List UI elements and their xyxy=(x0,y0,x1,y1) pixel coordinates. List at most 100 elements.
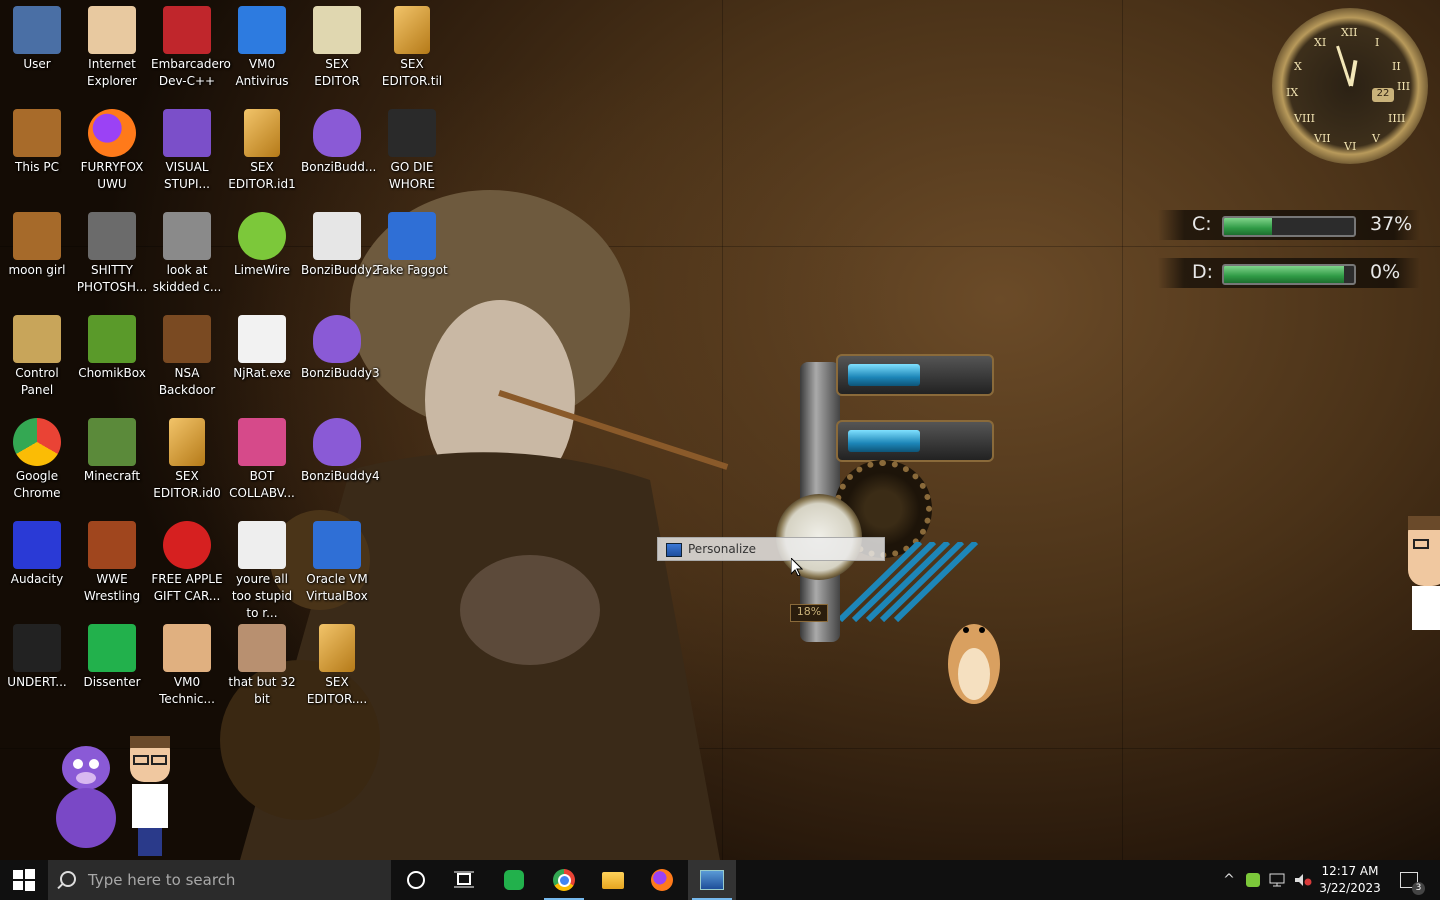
folder-icon xyxy=(602,871,624,889)
search-placeholder: Type here to search xyxy=(88,871,236,889)
taskbar-active-app[interactable] xyxy=(688,860,736,900)
task-view-icon xyxy=(454,871,474,888)
desktop-icon[interactable]: LimeWire xyxy=(225,206,299,279)
desktop-icon[interactable]: UNDERT... xyxy=(0,618,74,691)
desktop-icon[interactable]: GO DIE WHORE xyxy=(375,103,449,193)
desktop-icon[interactable]: youre all too stupid to r... xyxy=(225,515,299,622)
network-status[interactable] xyxy=(1266,860,1290,900)
desktop-icon[interactable]: VM0 Antivirus xyxy=(225,0,299,90)
taskbar-file-explorer[interactable] xyxy=(589,860,637,900)
unity-icon xyxy=(13,624,61,672)
task-view-button[interactable] xyxy=(440,860,488,900)
clock-numeral: VII xyxy=(1314,132,1331,145)
drive-letter: D: xyxy=(1192,261,1214,283)
desktop-icon[interactable]: look at skidded c... xyxy=(150,206,224,296)
desktop-icon[interactable]: ChomikBox xyxy=(75,309,149,382)
drive-meter-c[interactable]: C: 37% xyxy=(1158,210,1420,240)
desktop-icon[interactable]: Internet Explorer xyxy=(75,0,149,90)
desktop-icon[interactable]: BonziBuddy3 xyxy=(300,309,380,382)
tray-app[interactable] xyxy=(1242,860,1264,900)
app-window-icon xyxy=(700,870,724,890)
desktop-icon[interactable]: VISUAL STUPI... xyxy=(150,103,224,193)
desktop-icon[interactable]: Fake Faggot xyxy=(375,206,449,279)
mouse-cursor-icon xyxy=(790,556,804,580)
desktop-icon[interactable]: Dissenter xyxy=(75,618,149,691)
taskbar: Type here to search ^ 12:17 AM 3/22/2023 xyxy=(0,860,1440,900)
desktop-icon[interactable]: moon girl xyxy=(0,206,74,279)
desktop-icon[interactable]: BonziBuddy4 xyxy=(300,412,380,485)
search-box[interactable]: Type here to search xyxy=(48,860,391,900)
personalize-tooltip[interactable]: Personalize xyxy=(657,537,885,561)
desktop-icon[interactable]: NjRat.exe xyxy=(225,309,299,382)
desktop-icon-label: NSA Backdoor xyxy=(158,366,216,397)
hank-hill-character[interactable] xyxy=(124,734,176,858)
desktop-icon[interactable]: that but 32 bit xyxy=(225,618,299,708)
desktop-icon[interactable]: SEX EDITOR.til xyxy=(375,0,449,90)
desktop-icon[interactable]: VM0 Technic... xyxy=(150,618,224,708)
desktop-icon[interactable]: SEX EDITOR.id0 xyxy=(150,412,224,502)
cortana-circle-icon xyxy=(407,871,425,889)
desktop-icon[interactable]: Audacity xyxy=(0,515,74,588)
taskbar-chrome[interactable] xyxy=(540,860,588,900)
hank-hill-peek-character[interactable] xyxy=(1404,516,1440,630)
drive-usage-fill xyxy=(1224,266,1344,283)
desktop-icon[interactable]: SEX EDITOR.id1 xyxy=(225,103,299,193)
show-hidden-icons[interactable]: ^ xyxy=(1220,860,1238,900)
visual-studio-icon xyxy=(163,109,211,157)
desktop-icon-label: BonziBuddy2 xyxy=(301,263,380,277)
windows-logo-icon xyxy=(13,869,35,891)
bonzibuddy-character[interactable] xyxy=(46,738,126,850)
desktop-icon-label: SHITTY PHOTOSH... xyxy=(76,263,148,294)
desktop-icon-label: BonziBudd... xyxy=(301,160,377,174)
action-center-button[interactable]: 3 xyxy=(1394,860,1425,900)
desktop-icon[interactable]: Oracle VM VirtualBox xyxy=(300,515,374,605)
bonzibuddy-icon xyxy=(313,418,361,466)
desktop-icon[interactable]: SHITTY PHOTOSH... xyxy=(75,206,149,296)
desktop-icon[interactable]: BOT COLLABV... xyxy=(225,412,299,502)
desktop-icon[interactable]: This PC xyxy=(0,103,74,176)
desktop-icon-label: Oracle VM VirtualBox xyxy=(306,572,368,603)
desktop-icon[interactable]: SEX EDITOR xyxy=(300,0,374,90)
user-folder-icon xyxy=(13,6,61,54)
clock-widget[interactable]: XII I II III IIII V VI VII VIII IX X XI … xyxy=(1272,8,1428,164)
folder-icon xyxy=(313,212,361,260)
virtualbox-cube-icon xyxy=(388,212,436,260)
desktop-icon-label: look at skidded c... xyxy=(152,263,222,294)
notification-count: 3 xyxy=(1412,882,1425,895)
desktop[interactable]: User Internet Explorer Embarcadero Dev-C++… xyxy=(0,0,1440,860)
desktop-icon[interactable]: Google Chrome xyxy=(0,412,74,502)
desktop-icon[interactable]: FREE APPLE GIFT CAR... xyxy=(150,515,224,605)
desktop-icon-label: VM0 Antivirus xyxy=(235,57,289,88)
desktop-icon-label: SEX EDITOR.... xyxy=(306,675,368,706)
desktop-icon-label: VISUAL STUPI... xyxy=(164,160,210,191)
desktop-icon[interactable]: FURRYFOX UWU xyxy=(75,103,149,193)
hamster-character[interactable] xyxy=(940,600,1006,710)
desktop-icon[interactable]: BonziBuddy2 xyxy=(300,206,380,279)
desktop-icon-label: User xyxy=(23,57,51,71)
desktop-icon[interactable]: Minecraft xyxy=(75,412,149,485)
taskbar-dissenter[interactable] xyxy=(490,860,538,900)
chrome-icon xyxy=(13,418,61,466)
taskbar-clock[interactable]: 12:17 AM 3/22/2023 xyxy=(1310,863,1390,897)
image-icon xyxy=(238,418,286,466)
taskbar-firefox[interactable] xyxy=(638,860,686,900)
desktop-icon-label: This PC xyxy=(15,160,59,174)
desktop-icon-label: VM0 Technic... xyxy=(159,675,215,706)
desktop-icon[interactable]: WWE Wrestling xyxy=(75,515,149,605)
desktop-icon-label: Minecraft xyxy=(83,469,141,483)
desktop-icon[interactable]: User xyxy=(0,0,74,73)
desktop-icon[interactable]: SEX EDITOR.... xyxy=(300,618,374,708)
clock-numeral: V xyxy=(1372,132,1380,145)
cpu-tube xyxy=(836,354,994,396)
file-icon xyxy=(319,624,355,672)
desktop-icon[interactable]: NSA Backdoor xyxy=(150,309,224,399)
personalize-icon xyxy=(666,542,682,557)
desktop-icon[interactable]: Control Panel xyxy=(0,309,74,399)
start-button[interactable] xyxy=(0,860,48,900)
desktop-icon[interactable]: Embarcadero Dev-C++ xyxy=(150,0,231,90)
desktop-icon-label: moon girl xyxy=(8,263,66,277)
cortana-button[interactable] xyxy=(392,860,440,900)
desktop-icon[interactable]: BonziBudd... xyxy=(300,103,377,176)
drive-meter-d[interactable]: D: 0% xyxy=(1158,258,1420,288)
tray-app-icon xyxy=(1246,873,1260,887)
